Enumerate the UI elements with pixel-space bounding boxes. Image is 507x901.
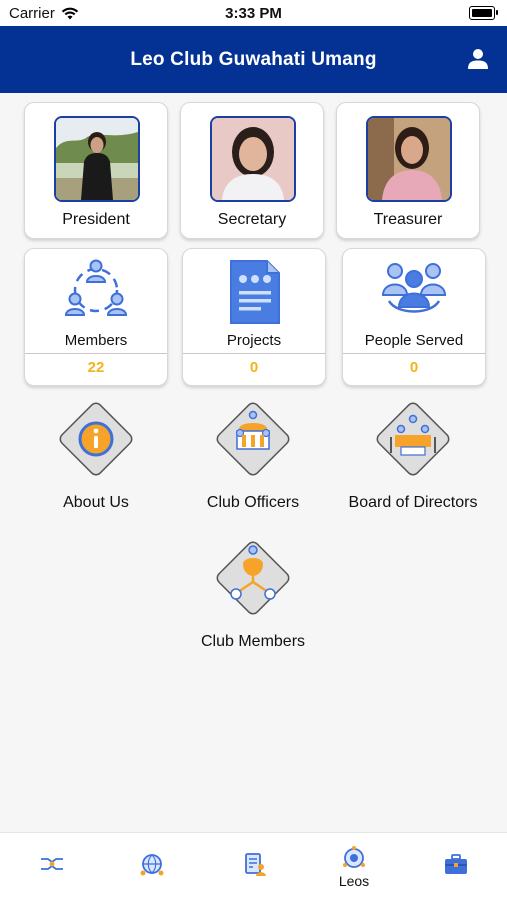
page-title: Leo Club Guwahati Umang xyxy=(130,49,377,70)
projects-stat-card[interactable]: Projects 0 xyxy=(182,248,326,386)
people-served-stat-card[interactable]: People Served 0 xyxy=(342,248,486,386)
tab-bar: Leos xyxy=(0,832,507,901)
network-icon xyxy=(216,541,290,615)
treasurer-photo xyxy=(366,116,452,202)
members-count: 22 xyxy=(87,359,105,376)
president-card[interactable]: President xyxy=(24,102,168,239)
document-icon xyxy=(230,260,280,324)
projects-count: 0 xyxy=(249,359,259,376)
president-label: President xyxy=(62,211,130,228)
header-bar: Leo Club Guwahati Umang xyxy=(0,26,507,93)
tab-leos[interactable]: Leos xyxy=(324,833,384,901)
stat-divider xyxy=(25,353,167,354)
info-icon xyxy=(59,402,133,476)
about-us-button[interactable]: About Us xyxy=(11,397,181,522)
club-officers-button[interactable]: Club Officers xyxy=(168,397,338,522)
club-members-label: Club Members xyxy=(200,633,306,650)
treasurer-card[interactable]: Treasurer xyxy=(336,102,480,239)
board-of-directors-button[interactable]: Board of Directors xyxy=(328,397,498,522)
tab-leos-label: Leos xyxy=(338,873,370,889)
stat-divider xyxy=(343,353,485,354)
stat-divider xyxy=(183,353,325,354)
people-served-count: 0 xyxy=(409,359,419,376)
about-us-label: About Us xyxy=(63,494,129,511)
globe-icon xyxy=(140,854,164,876)
handshake-icon xyxy=(41,858,63,870)
meeting-table-icon xyxy=(376,402,450,476)
briefcase-icon xyxy=(445,854,467,874)
officers-icon xyxy=(216,402,290,476)
status-bar: Carrier 3:33 PM xyxy=(0,0,507,26)
secretary-card[interactable]: Secretary xyxy=(180,102,324,239)
profile-icon[interactable] xyxy=(467,48,489,70)
board-of-directors-label: Board of Directors xyxy=(348,494,478,511)
document-user-icon xyxy=(245,853,266,876)
treasurer-label: Treasurer xyxy=(373,211,443,228)
group-icon xyxy=(381,263,447,313)
projects-label: Projects xyxy=(226,332,282,349)
club-officers-label: Club Officers xyxy=(206,494,300,511)
members-label: Members xyxy=(64,332,128,349)
tab-global[interactable] xyxy=(122,833,182,901)
members-stat-card[interactable]: Members 22 xyxy=(24,248,168,386)
secretary-photo xyxy=(210,116,296,202)
tab-handshake[interactable] xyxy=(22,833,82,901)
club-members-button[interactable]: Club Members xyxy=(168,536,338,661)
leos-icon xyxy=(343,846,365,868)
battery-icon xyxy=(469,6,498,20)
people-served-label: People Served xyxy=(364,332,464,349)
carrier-label: Carrier xyxy=(9,4,55,22)
members-icon xyxy=(64,259,128,316)
president-photo xyxy=(54,116,140,202)
tab-briefcase[interactable] xyxy=(426,833,486,901)
tab-documents[interactable] xyxy=(225,833,285,901)
secretary-label: Secretary xyxy=(217,211,287,228)
wifi-icon xyxy=(61,7,79,19)
